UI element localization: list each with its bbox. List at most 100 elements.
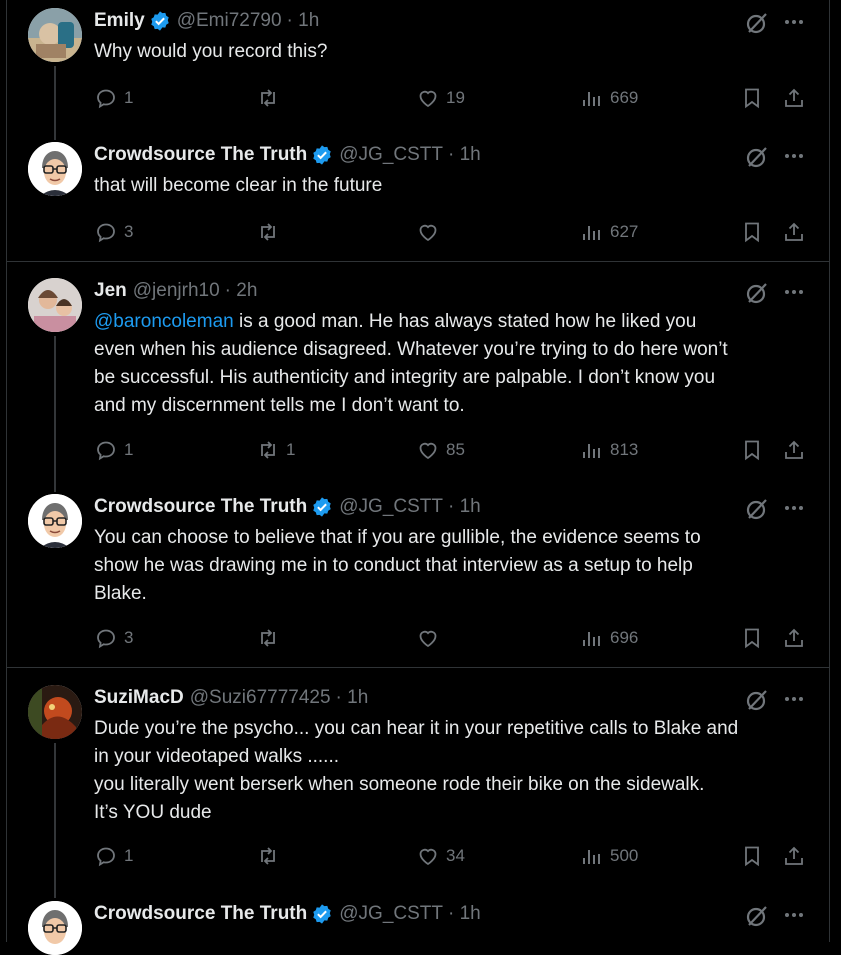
more-icon[interactable] [782, 280, 806, 304]
bookmark-button[interactable] [740, 84, 770, 112]
reply-button[interactable]: 1 [94, 842, 133, 870]
display-name[interactable]: Emily [94, 10, 145, 32]
display-name[interactable]: SuziMacD [94, 687, 184, 709]
repost-count: 1 [286, 440, 296, 459]
tweet-text-line: @baroncoleman is a good man. He has alwa… [94, 308, 814, 336]
tweet-text-line: and my discernment tells me I don’t want… [94, 395, 465, 416]
timestamp[interactable]: · 1h [336, 687, 369, 709]
handle[interactable]: @JG_CSTT [339, 496, 443, 518]
views-button[interactable]: 500 [580, 842, 638, 870]
share-icon [785, 628, 803, 647]
thread-line [54, 336, 56, 492]
verified-badge-icon[interactable] [149, 10, 171, 32]
grok-icon[interactable] [744, 903, 770, 929]
share-button[interactable] [782, 624, 812, 652]
like-icon [419, 630, 437, 648]
more-icon[interactable] [782, 144, 806, 168]
views-button[interactable]: 813 [580, 436, 638, 464]
like-button[interactable] [416, 218, 446, 246]
display-name[interactable]: Crowdsource The Truth [94, 144, 307, 166]
like-button[interactable] [416, 624, 446, 652]
timestamp[interactable]: · 1h [448, 144, 481, 166]
reply-button[interactable]: 1 [94, 84, 133, 112]
verified-badge-icon[interactable] [311, 144, 333, 166]
more-icon[interactable] [782, 903, 806, 927]
reply-button[interactable]: 3 [94, 624, 133, 652]
reply-count: 1 [124, 88, 134, 107]
repost-button[interactable]: 1 [256, 436, 295, 464]
more-icon[interactable] [782, 687, 806, 711]
tweet-text-segment: is a good man. He has always stated how … [233, 311, 697, 332]
handle[interactable]: @Emi72790 [177, 10, 282, 32]
bookmark-icon [745, 846, 759, 867]
display-name[interactable]: Crowdsource The Truth [94, 903, 307, 925]
like-button[interactable]: 19 [416, 84, 465, 112]
avatar[interactable] [28, 142, 82, 196]
avatar[interactable] [28, 901, 82, 955]
bookmark-button[interactable] [740, 218, 770, 246]
avatar[interactable] [28, 685, 82, 739]
views-icon [583, 226, 600, 240]
reply-icon [97, 629, 115, 649]
views-button[interactable]: 696 [580, 624, 638, 652]
tweet-header: SuziMacD @Suzi67777425 · 1h [94, 685, 368, 711]
views-button[interactable]: 627 [580, 218, 638, 246]
share-button[interactable] [782, 84, 812, 112]
handle[interactable]: @Suzi67777425 [190, 687, 331, 709]
share-icon [785, 440, 803, 459]
reply-button[interactable]: 3 [94, 218, 133, 246]
grok-icon[interactable] [744, 10, 770, 36]
more-icon[interactable] [782, 10, 806, 34]
reply-count: 1 [124, 440, 134, 459]
tweet-header: Jen @jenjrh10 · 2h [94, 278, 257, 304]
display-name[interactable]: Jen [94, 280, 127, 302]
like-button[interactable]: 34 [416, 842, 465, 870]
views-icon [583, 444, 600, 458]
grok-icon[interactable] [744, 687, 770, 713]
grok-icon[interactable] [744, 144, 770, 170]
bookmark-button[interactable] [740, 436, 770, 464]
views-button[interactable]: 669 [580, 84, 638, 112]
timestamp[interactable]: · 1h [448, 496, 481, 518]
thread-line [54, 66, 56, 140]
share-button[interactable] [782, 436, 812, 464]
tweet-text-line: in your videotaped walks ...... [94, 746, 340, 767]
share-icon [785, 88, 803, 107]
repost-button[interactable] [256, 624, 286, 652]
mention-link[interactable]: @baroncoleman [94, 311, 234, 332]
handle[interactable]: @jenjrh10 [133, 280, 220, 302]
like-button[interactable]: 85 [416, 436, 465, 464]
avatar[interactable] [28, 494, 82, 548]
display-name[interactable]: Crowdsource The Truth [94, 496, 307, 518]
grok-icon[interactable] [744, 496, 770, 522]
verified-badge-icon[interactable] [311, 496, 333, 518]
timestamp[interactable]: · 1h [287, 10, 320, 32]
repost-button[interactable] [256, 218, 286, 246]
conversation-divider [6, 261, 830, 262]
views-count: 813 [610, 440, 639, 459]
handle[interactable]: @JG_CSTT [339, 903, 443, 925]
reply-button[interactable]: 1 [94, 436, 133, 464]
share-button[interactable] [782, 842, 812, 870]
avatar[interactable] [28, 278, 82, 332]
bookmark-button[interactable] [740, 624, 770, 652]
repost-button[interactable] [256, 84, 286, 112]
action-bar: 1 1 85 813 [94, 436, 814, 464]
tweet-text: Dude you’re the psycho... you can hear i… [94, 715, 814, 827]
timestamp[interactable]: · 1h [448, 903, 481, 925]
views-count: 669 [610, 88, 639, 107]
tweet-text-line: Blake. [94, 583, 147, 604]
timestamp[interactable]: · 2h [225, 280, 258, 302]
action-bar: 1 19 669 [94, 84, 814, 112]
tweet-text: You can choose to believe that if you ar… [94, 524, 814, 608]
grok-icon[interactable] [744, 280, 770, 306]
bookmark-icon [745, 88, 759, 109]
bookmark-button[interactable] [740, 842, 770, 870]
share-button[interactable] [782, 218, 812, 246]
more-icon[interactable] [782, 496, 806, 520]
tweet-text-line: you literally went berserk when someone … [94, 774, 705, 795]
avatar[interactable] [28, 8, 82, 62]
repost-button[interactable] [256, 842, 286, 870]
handle[interactable]: @JG_CSTT [339, 144, 443, 166]
verified-badge-icon[interactable] [311, 903, 333, 925]
